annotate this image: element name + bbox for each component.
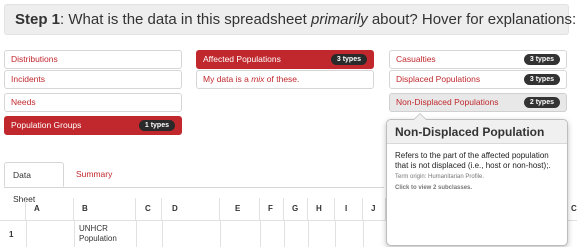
category-casualties[interactable]: Casualties 3 types (389, 50, 567, 69)
corner-header (0, 198, 26, 220)
category-label: Distributions (11, 54, 58, 64)
step-question-part2: about? Hover for explanations: (367, 11, 577, 28)
tooltip-description: Refers to the part of the affected popul… (395, 151, 551, 170)
step-instruction-bar: Step 1: What is the data in this spreads… (4, 4, 576, 35)
tooltip-subclass-link[interactable]: Click to view 2 subclasses. (395, 184, 559, 193)
category-label: Population Groups (11, 120, 82, 130)
grid-line (26, 220, 27, 247)
column-header-c: C (136, 198, 162, 220)
grid-line (136, 220, 137, 247)
category-affected-populations[interactable]: Affected Populations 3 types (196, 50, 374, 69)
category-label: Casualties (396, 54, 436, 64)
category-needs[interactable]: Needs (4, 93, 182, 112)
type-count-badge: 3 types (523, 74, 560, 85)
category-non-displaced-populations[interactable]: Non-Displaced Populations 2 types (389, 93, 567, 112)
cell-b1[interactable]: UNHCR Population (79, 224, 129, 244)
category-incidents[interactable]: Incidents (4, 70, 182, 89)
column-header-b: B (74, 198, 136, 220)
category-population-groups[interactable]: Population Groups 1 types (4, 116, 182, 135)
tab-summary[interactable]: Summary (68, 162, 120, 187)
grid-line (363, 220, 364, 247)
column-header-e: E (220, 198, 260, 220)
category-distributions[interactable]: Distributions (4, 50, 182, 69)
category-label: Incidents (11, 74, 46, 84)
category-label: Affected Populations (203, 54, 281, 64)
type-count-badge: 3 types (330, 54, 367, 65)
grid-line (74, 220, 75, 247)
category-mixed-data[interactable]: My data is a mix of these. (196, 70, 374, 89)
definition-tooltip[interactable]: Non-Displaced Population Refers to the p… (386, 113, 568, 246)
mix-prefix: My data is a (203, 74, 252, 84)
tooltip-term-origin: Term origin: Humanitarian Profile. (395, 174, 485, 180)
step-question-emphasis: primarily (311, 11, 368, 28)
sheet-tabs: Data Sheet Summary (4, 162, 384, 204)
column-header-j: J (363, 198, 386, 220)
column-header-partial: C (571, 204, 577, 213)
grid-line (162, 220, 163, 247)
step-label: Step 1 (15, 11, 61, 28)
column-header-f: F (260, 198, 284, 220)
column-header-h: H (308, 198, 335, 220)
type-count-badge: 3 types (523, 54, 560, 65)
category-label: Needs (11, 97, 36, 107)
grid-line (260, 220, 261, 247)
tooltip-arrow (413, 113, 427, 120)
step-question-part1: : What is the data in this spreadsheet (60, 11, 311, 28)
column-header-a: A (26, 198, 74, 220)
column-header-i: I (335, 198, 363, 220)
grid-line (335, 220, 336, 247)
row-number: 1 (9, 230, 14, 239)
grid-line (308, 220, 309, 247)
mix-emphasis: mix (251, 74, 265, 84)
category-label: Non-Displaced Populations (396, 97, 499, 107)
category-label: Displaced Populations (396, 74, 481, 84)
tooltip-title: Non-Displaced Population (387, 120, 567, 144)
category-displaced-populations[interactable]: Displaced Populations 3 types (389, 70, 567, 89)
column-header-d: D (162, 198, 220, 220)
grid-line (220, 220, 221, 247)
grid-line (284, 220, 285, 247)
type-count-badge: 1 types (138, 120, 175, 131)
column-header-g: G (284, 198, 308, 220)
tab-data-sheet[interactable]: Data Sheet (4, 162, 64, 204)
type-count-badge: 2 types (523, 97, 560, 108)
mix-suffix: of these. (264, 74, 300, 84)
